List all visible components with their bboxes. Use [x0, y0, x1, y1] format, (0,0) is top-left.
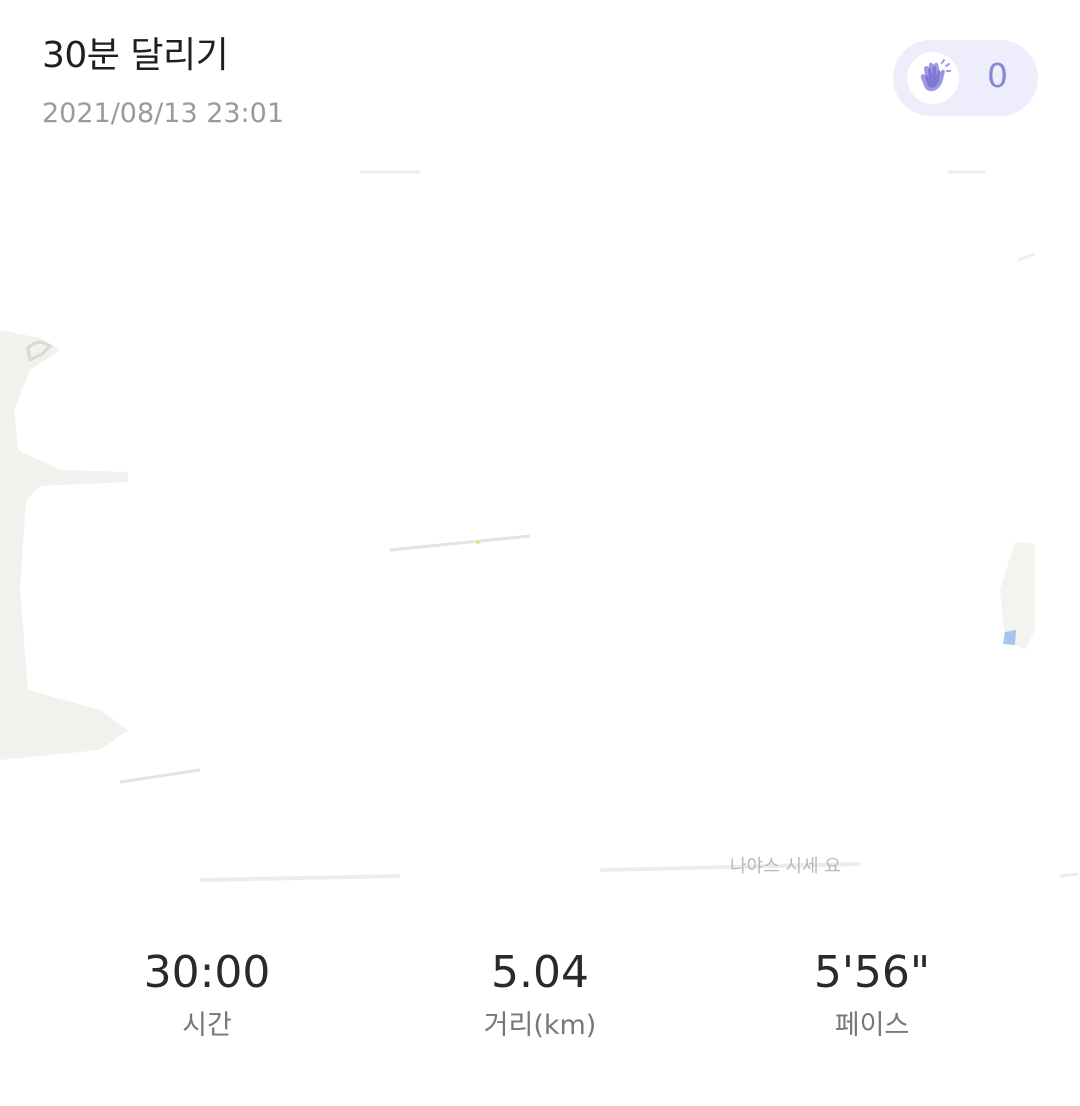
- stat-pace-label: 페이스: [834, 1010, 910, 1041]
- clap-count: 0: [987, 56, 1008, 95]
- clap-hands-icon: [907, 52, 959, 104]
- stat-time-label: 시간: [182, 1010, 232, 1041]
- stat-distance: 5.04 거리(km): [390, 940, 690, 1046]
- stat-time-value: 30:00: [143, 947, 271, 998]
- map-place-label: 나야스 시세 요: [730, 856, 841, 877]
- activity-date: 2021/08/13 23:01: [42, 98, 285, 129]
- activity-stats: 30:00 시간 5.04 거리(km) 5'56" 페이스: [0, 940, 1080, 1060]
- activity-title: 30분 달리기: [42, 35, 229, 76]
- stat-distance-label: 거리(km): [483, 1010, 597, 1041]
- stat-distance-value: 5.04: [491, 947, 589, 998]
- stat-pace: 5'56" 페이스: [722, 940, 1022, 1046]
- stat-pace-value: 5'56": [813, 947, 931, 998]
- clap-button[interactable]: 0: [893, 40, 1038, 116]
- activity-header: 30분 달리기 2021/08/13 23:01 0: [0, 0, 1080, 160]
- stat-time: 30:00 시간: [57, 940, 357, 1046]
- route-map[interactable]: 나야스 시세 요: [0, 170, 1080, 882]
